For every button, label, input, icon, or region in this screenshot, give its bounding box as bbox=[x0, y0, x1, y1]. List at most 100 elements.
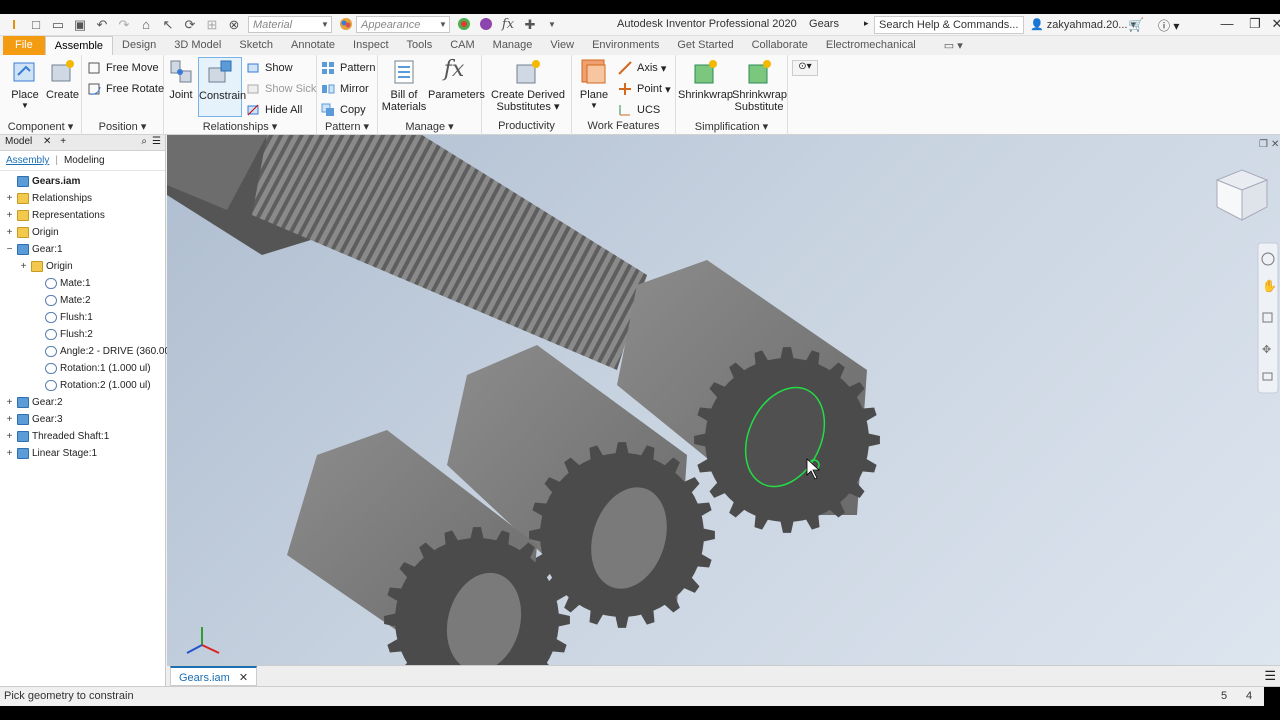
manage-panel-label[interactable]: Manage ▾ bbox=[378, 120, 481, 135]
expand-icon[interactable]: + bbox=[5, 397, 14, 408]
adjust-icon[interactable] bbox=[456, 17, 472, 33]
tab-design[interactable]: Design bbox=[113, 36, 165, 55]
pattern-button[interactable]: Pattern bbox=[321, 59, 375, 77]
browser-menu-icon[interactable]: ☰ bbox=[152, 136, 161, 147]
cart-icon[interactable]: 🛒 bbox=[1128, 17, 1144, 33]
appearance-combo[interactable]: Appearance ▼ bbox=[356, 16, 450, 33]
tab-cam[interactable]: CAM bbox=[441, 36, 483, 55]
document-tab-close-icon[interactable]: ✕ bbox=[239, 672, 248, 684]
ribbon-options-button[interactable]: ⊙▾ bbox=[792, 60, 818, 76]
tab-manage[interactable]: Manage bbox=[484, 36, 542, 55]
productivity-panel-label[interactable]: Productivity bbox=[482, 120, 571, 135]
tree-node[interactable]: + Relationships bbox=[5, 190, 92, 207]
copy-button[interactable]: Copy bbox=[321, 101, 366, 119]
tab-annotate[interactable]: Annotate bbox=[282, 36, 344, 55]
navigation-bar[interactable]: ✋ ✥ bbox=[1257, 242, 1279, 394]
tree-node[interactable]: Gears.iam bbox=[5, 173, 80, 190]
relationships-panel-label[interactable]: Relationships ▾ bbox=[164, 120, 316, 135]
free-move-button[interactable]: Free Move bbox=[87, 59, 159, 77]
expand-icon[interactable]: + bbox=[5, 210, 14, 221]
ucs-button[interactable]: UCS bbox=[618, 101, 660, 119]
place-button[interactable]: Place ▼ bbox=[8, 57, 42, 110]
create-derived-substitutes-button[interactable]: Create Derived Substitutes ▾ bbox=[488, 57, 568, 113]
tab-file[interactable]: File bbox=[3, 36, 45, 55]
inventor-logo-icon[interactable]: I bbox=[6, 17, 22, 33]
tree-node[interactable]: Mate:2 bbox=[33, 292, 91, 309]
qa-dropdown-icon[interactable]: ▼ bbox=[544, 17, 560, 33]
material-combo[interactable]: Material ▼ bbox=[248, 16, 332, 33]
tree-node[interactable]: + Gear:3 bbox=[5, 411, 63, 428]
simplification-panel-label[interactable]: Simplification ▾ bbox=[676, 120, 787, 135]
constrain-button[interactable]: Constrain bbox=[198, 57, 246, 117]
tree-node[interactable]: Rotation:2 (1.000 ul) bbox=[33, 377, 151, 394]
tab-sketch[interactable]: Sketch bbox=[230, 36, 282, 55]
work-features-panel-label[interactable]: Work Features bbox=[572, 120, 675, 135]
new-icon[interactable]: □ bbox=[28, 17, 44, 33]
undo-icon[interactable]: ↶ bbox=[94, 17, 110, 33]
clear-appearance-icon[interactable] bbox=[478, 17, 494, 33]
tree-node[interactable]: Flush:2 bbox=[33, 326, 93, 343]
redo-icon[interactable]: ↷ bbox=[116, 17, 132, 33]
expand-icon[interactable]: + bbox=[5, 431, 14, 442]
rebuild-icon[interactable]: ⊞ bbox=[204, 17, 220, 33]
pattern-panel-label[interactable]: Pattern ▾ bbox=[317, 120, 377, 135]
point-button[interactable]: Point ▾ bbox=[618, 80, 671, 98]
tab-collaborate[interactable]: Collaborate bbox=[743, 36, 817, 55]
tab-view[interactable]: View bbox=[541, 36, 583, 55]
tree-node[interactable]: Flush:1 bbox=[33, 309, 93, 326]
minimize-button[interactable]: — bbox=[1212, 16, 1242, 31]
document-tabs-menu-icon[interactable]: ☰ bbox=[1264, 668, 1276, 684]
customize-icon[interactable]: ✚ bbox=[522, 17, 538, 33]
tree-node[interactable]: − Gear:1 bbox=[5, 241, 63, 258]
view-cube-icon[interactable] bbox=[1215, 169, 1269, 221]
document-tab-gears[interactable]: Gears.iam ✕ bbox=[170, 666, 258, 686]
position-panel-label[interactable]: Position ▾ bbox=[82, 120, 163, 135]
bom-button[interactable]: Bill of Materials bbox=[380, 57, 428, 113]
update-icon[interactable]: ⟳ bbox=[182, 17, 198, 33]
close-button[interactable]: ✕ bbox=[1262, 16, 1280, 32]
tab-inspect[interactable]: Inspect bbox=[344, 36, 397, 55]
component-panel-label[interactable]: Component ▾ bbox=[0, 120, 81, 135]
tab-modeling[interactable]: Modeling bbox=[64, 155, 105, 166]
tree-node[interactable]: + Gear:2 bbox=[5, 394, 63, 411]
tree-node[interactable]: + Linear Stage:1 bbox=[5, 445, 97, 462]
tree-node[interactable]: + Origin bbox=[5, 224, 59, 241]
tree-node[interactable]: Rotation:1 (1.000 ul) bbox=[33, 360, 151, 377]
mirror-button[interactable]: Mirror bbox=[321, 80, 369, 98]
open-icon[interactable]: ▭ bbox=[50, 17, 66, 33]
tab-overflow-icon[interactable]: ▭ ▾ bbox=[935, 36, 972, 55]
collapse-icon[interactable]: − bbox=[5, 244, 14, 255]
expand-icon[interactable]: + bbox=[5, 193, 14, 204]
shrinkwrap-button[interactable]: Shrinkwrap bbox=[678, 57, 733, 101]
tree-node[interactable]: Mate:1 bbox=[33, 275, 91, 292]
select-icon[interactable]: ↖ bbox=[160, 17, 176, 33]
user-account[interactable]: 👤 zakyahmad.20... ▾ bbox=[1030, 18, 1136, 31]
graphics-viewport[interactable]: ✋ ✥ ❐ ✕ bbox=[167, 135, 1280, 665]
free-rotate-button[interactable]: Free Rotate bbox=[87, 80, 164, 98]
show-button[interactable]: Show bbox=[246, 59, 293, 77]
help-icon[interactable]: ⓘ ▾ bbox=[1158, 17, 1179, 34]
tab-tools[interactable]: Tools bbox=[398, 36, 442, 55]
tab-get-started[interactable]: Get Started bbox=[668, 36, 742, 55]
parameters-button[interactable]: fx Parameters bbox=[428, 57, 485, 101]
expand-icon[interactable]: + bbox=[5, 414, 14, 425]
hide-all-button[interactable]: Hide All bbox=[246, 101, 302, 119]
expand-icon[interactable]: + bbox=[19, 261, 28, 272]
tab-electromechanical[interactable]: Electromechanical bbox=[817, 36, 925, 55]
expand-icon[interactable]: + bbox=[5, 448, 14, 459]
tab-3d-model[interactable]: 3D Model bbox=[165, 36, 230, 55]
tree-node[interactable]: + Origin bbox=[19, 258, 73, 275]
save-icon[interactable]: ▣ bbox=[72, 17, 88, 33]
tab-assemble[interactable]: Assemble bbox=[44, 36, 114, 55]
tab-environments[interactable]: Environments bbox=[583, 36, 668, 55]
shrinkwrap-substitute-button[interactable]: Shrinkwrap Substitute bbox=[732, 57, 787, 113]
joint-button[interactable]: Joint bbox=[166, 57, 196, 101]
close-doc-icon[interactable]: ⊗ bbox=[226, 17, 242, 33]
tree-node[interactable]: + Representations bbox=[5, 207, 105, 224]
tab-assembly[interactable]: Assembly bbox=[6, 155, 49, 166]
tree-node[interactable]: + Threaded Shaft:1 bbox=[5, 428, 109, 445]
browser-close-icon[interactable]: ✕ bbox=[43, 136, 51, 147]
plane-button[interactable]: Plane ▼ bbox=[576, 57, 612, 110]
threaded-shaft[interactable] bbox=[252, 135, 647, 370]
expand-icon[interactable]: + bbox=[5, 227, 14, 238]
